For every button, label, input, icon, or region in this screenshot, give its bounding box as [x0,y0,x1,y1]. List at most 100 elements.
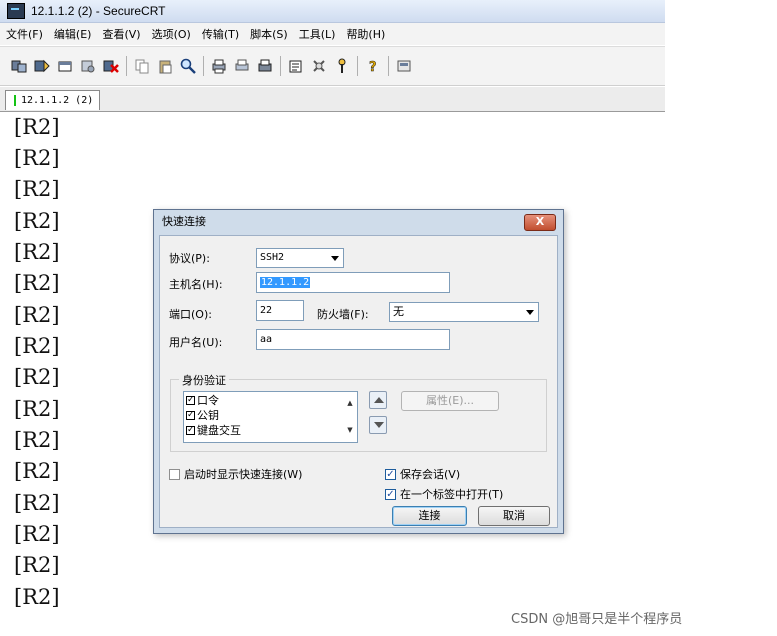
list-scrollbar[interactable]: ▲ ▼ [343,392,357,442]
key-icon[interactable] [333,57,351,75]
reconnect-icon[interactable] [79,57,97,75]
auth-methods-list[interactable]: ✓ 口令 ✓ 公钥 ✓ 键盘交互 ▲ ▼ [183,391,358,443]
checkbox-checked-icon[interactable]: ✓ [186,411,195,420]
toolbar-separator [203,56,204,76]
print-selection-icon[interactable] [233,57,251,75]
protocol-value: SSH2 [260,252,285,263]
toolbar-separator [280,56,281,76]
checkbox-checked-icon[interactable]: ✓ [186,396,195,405]
menu-edit[interactable]: 编辑(E) [48,26,97,42]
port-input[interactable]: 22 [256,300,304,321]
session-tab[interactable]: 12.1.1.2 (2) [5,90,101,110]
menu-script[interactable]: 脚本(S) [244,26,293,42]
dialog-close-button[interactable]: X [524,214,556,231]
chevron-down-icon [331,256,339,261]
print-icon[interactable] [210,57,228,75]
terminal-line: [R2] [14,428,60,452]
username-value: aa [260,334,273,345]
save-session-label: 保存会话(V) [400,468,461,481]
save-session-checkbox[interactable]: ✓ 保存会话(V) [385,466,460,482]
terminal-line: [R2] [14,146,60,170]
firewall-select[interactable]: 无 [389,302,539,322]
list-item[interactable]: ✓ 键盘交互 [186,424,241,437]
svg-text:?: ? [369,60,377,74]
list-item[interactable]: ✓ 公钥 [186,409,219,422]
protocol-select[interactable]: SSH2 [256,248,344,268]
terminal-line: [R2] [14,271,60,295]
checkbox-unchecked-icon[interactable] [169,468,180,480]
checkbox-checked-icon[interactable]: ✓ [186,426,195,435]
connect-button[interactable]: 连接 [392,506,467,526]
move-up-button[interactable] [369,391,387,409]
arrow-down-icon [374,422,384,428]
quick-connect-dialog: 快速连接 X 协议(P): SSH2 主机名(H): 12.1.1.2 端口(O… [153,209,564,534]
authentication-group: 身份验证 ✓ 口令 ✓ 公钥 ✓ 键盘交互 ▲ ▼ 属性(E)... [170,372,547,452]
disconnect-icon[interactable] [102,57,120,75]
connect-tab-icon[interactable] [56,57,74,75]
show-on-startup-label: 启动时显示快速连接(W) [184,468,303,481]
about-icon[interactable] [395,57,413,75]
terminal-line: [R2] [14,522,60,546]
session-options-icon[interactable] [287,57,305,75]
terminal-line: [R2] [14,459,60,483]
menu-transfer[interactable]: 传输(T) [196,26,244,42]
checkbox-checked-icon[interactable]: ✓ [385,468,396,480]
auth-method-publickey: 公钥 [197,409,219,422]
session-tab-strip: 12.1.1.2 (2) [0,87,665,112]
menu-bar: 文件(F) 编辑(E) 查看(V) 选项(O) 传输(T) 脚本(S) 工具(L… [0,23,665,45]
print-setup-icon[interactable] [256,57,274,75]
username-input[interactable]: aa [256,329,450,350]
authentication-group-label: 身份验证 [179,372,229,388]
open-in-tab-checkbox[interactable]: ✓ 在一个标签中打开(T) [385,486,503,502]
port-value: 22 [260,305,273,316]
scroll-up-icon[interactable]: ▲ [345,398,355,408]
connect-icon[interactable] [10,57,28,75]
terminal-line: [R2] [14,115,60,139]
cancel-button[interactable]: 取消 [478,506,550,526]
terminal-line: [R2] [14,397,60,421]
watermark: CSDN @旭哥只是半个程序员 [511,612,683,627]
menu-view[interactable]: 查看(V) [96,26,145,42]
scroll-down-icon[interactable]: ▼ [345,425,355,435]
help-icon[interactable]: ? [364,57,382,75]
paste-icon[interactable] [156,57,174,75]
menu-help[interactable]: 帮助(H) [340,26,390,42]
menu-tools[interactable]: 工具(L) [293,26,341,42]
move-down-button[interactable] [369,416,387,434]
hostname-label: 主机名(H): [169,278,223,291]
terminal-line: [R2] [14,585,60,609]
list-item[interactable]: ✓ 口令 [186,394,219,407]
find-icon[interactable] [179,57,197,75]
menu-file[interactable]: 文件(F) [0,26,48,42]
firewall-label: 防火墙(F): [317,308,369,321]
menu-options[interactable]: 选项(O) [146,26,196,42]
terminal-line: [R2] [14,177,60,201]
window-title: 12.1.1.2 (2) - SecureCRT [31,4,166,18]
terminal-line: [R2] [14,553,60,577]
chevron-down-icon [526,310,534,315]
dialog-body: 协议(P): SSH2 主机名(H): 12.1.1.2 端口(O): 22 防… [159,235,558,528]
hostname-input[interactable]: 12.1.1.2 [256,272,450,293]
securecrt-app-icon[interactable] [7,3,25,19]
open-in-tab-label: 在一个标签中打开(T) [400,488,504,501]
terminal-line: [R2] [14,240,60,264]
checkbox-checked-icon[interactable]: ✓ [385,488,396,500]
terminal-line: [R2] [14,491,60,515]
connected-status-indicator [14,95,16,106]
toolbar-separator [357,56,358,76]
global-options-icon[interactable] [310,57,328,75]
toolbar-separator [126,56,127,76]
username-label: 用户名(U): [169,336,223,349]
show-on-startup-checkbox[interactable]: 启动时显示快速连接(W) [169,466,302,482]
dialog-title: 快速连接 [162,215,206,228]
quick-connect-icon[interactable] [33,57,51,75]
terminal-line: [R2] [14,365,60,389]
auth-method-password: 口令 [197,394,219,407]
properties-button[interactable]: 属性(E)... [401,391,499,411]
port-label: 端口(O): [169,308,212,321]
toolbar: ? [0,46,665,86]
firewall-value: 无 [393,305,404,318]
hostname-value: 12.1.1.2 [260,277,311,288]
protocol-label: 协议(P): [169,252,210,265]
copy-icon[interactable] [133,57,151,75]
